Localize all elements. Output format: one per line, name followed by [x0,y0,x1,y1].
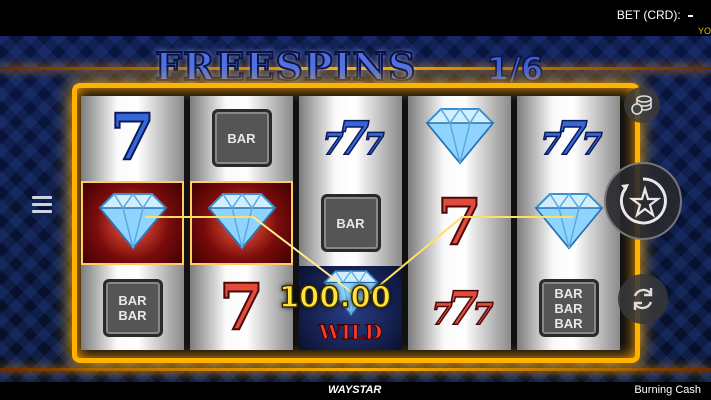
top-bar: BET (CRD): YO [0,0,711,36]
spin-star-icon [619,177,667,225]
bet-display: BET (CRD): [617,8,693,22]
game-name: Burning Cash [634,384,701,396]
brand-logo: WAYSTAR [328,384,382,396]
bottom-glow-line [0,368,711,371]
bet-value-dash [688,14,693,17]
hamburger-menu-icon [32,196,52,199]
autoplay-icon [633,288,653,310]
reels-frame: 7 BAR BAR BAR 7 777 BAR WILD 7 777 777 BAR BAR BAR [72,83,640,363]
win-amount: 100.00 [278,279,391,315]
bet-coins-button[interactable] [624,87,660,123]
spin-button[interactable] [604,162,682,240]
your-label: YO [697,26,711,36]
payline-overlay [145,216,573,302]
autoplay-button[interactable] [618,274,668,324]
menu-button[interactable] [32,192,52,217]
bet-label: BET (CRD): [616,8,681,22]
coins-stack-icon [631,95,652,115]
